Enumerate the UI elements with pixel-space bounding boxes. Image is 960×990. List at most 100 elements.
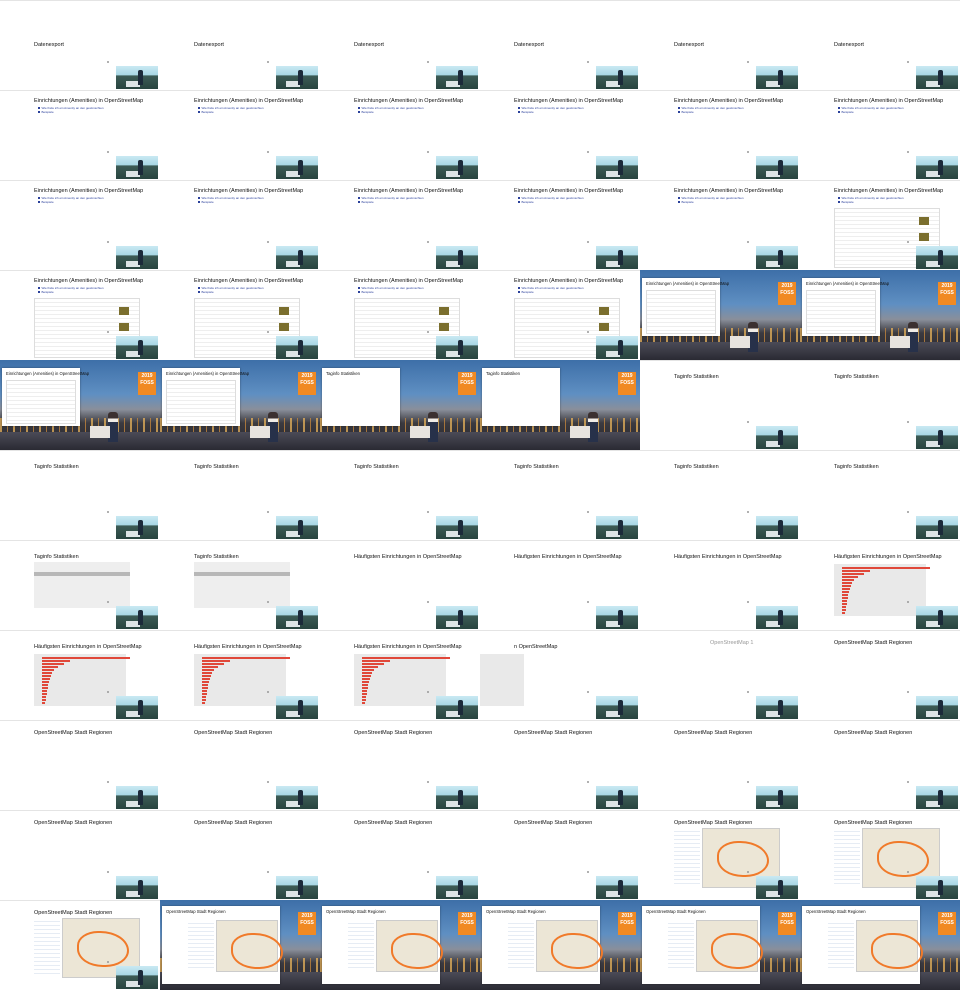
video-frame-thumbnail[interactable]: Häufigsten Einrichtungen in OpenStreetMa… — [800, 540, 960, 630]
video-frame-thumbnail[interactable]: Einrichtungen (Amenities) in OpenStreetM… — [800, 90, 960, 180]
video-frame-thumbnail[interactable]: Taginfo Statistiken — [640, 360, 800, 450]
video-frame-thumbnail[interactable]: OpenStreetMap Stadt Regionen — [320, 810, 480, 900]
video-frame-thumbnail[interactable]: Einrichtungen (Amenities) in OpenStreetM… — [480, 180, 640, 270]
video-frame-thumbnail[interactable]: OpenStreetMap 1 — [640, 630, 800, 720]
video-frame-thumbnail[interactable]: Einrichtungen (Amenities) in OpenStreetM… — [160, 270, 320, 360]
video-frame-thumbnail[interactable]: OpenStreetMap Stadt Regionen — [0, 810, 160, 900]
chart-bar — [842, 600, 847, 602]
video-frame-thumbnail[interactable]: Häufigsten Einrichtungen in OpenStreetMa… — [0, 630, 160, 720]
video-frame-thumbnail[interactable]: 2019 FOSS Einrichtungen (Amenities) in Op… — [800, 270, 960, 360]
slide-title: Einrichtungen (Amenities) in OpenStreetM… — [34, 98, 144, 104]
video-frame-thumbnail[interactable]: 2019 FOSS Einrichtungen (Amenities) in Op… — [640, 270, 800, 360]
video-frame-thumbnail[interactable]: Häufigsten Einrichtungen in OpenStreetMa… — [320, 540, 480, 630]
speaker-camera-inset — [756, 246, 798, 269]
video-frame-thumbnail[interactable]: Datenexport — [640, 0, 800, 90]
foss-badge: 2019 FOSS — [778, 912, 796, 935]
video-frame-thumbnail[interactable]: OpenStreetMap Stadt Regionen — [160, 720, 320, 810]
video-frame-thumbnail[interactable]: OpenStreetMap Stadt Regionen — [0, 900, 160, 990]
video-frame-thumbnail[interactable]: 2019 FOSS OpenStreetMap Stadt Regionen — [160, 900, 320, 990]
video-frame-thumbnail[interactable]: Einrichtungen (Amenities) in OpenStreetM… — [480, 270, 640, 360]
video-frame-thumbnail[interactable]: OpenStreetMap Stadt Regionen — [480, 810, 640, 900]
video-frame-thumbnail[interactable]: Taginfo Statistiken — [0, 540, 160, 630]
speaker-camera-inset — [276, 246, 318, 269]
chart-bar — [362, 675, 371, 677]
video-frame-thumbnail[interactable]: Einrichtungen (Amenities) in OpenStreetM… — [640, 90, 800, 180]
example-photo — [119, 307, 129, 315]
slide-title: Einrichtungen (Amenities) in OpenStreetM… — [194, 98, 304, 104]
chart-bar — [202, 681, 209, 683]
slide-title: Einrichtungen (Amenities) in OpenStreetM… — [674, 188, 784, 194]
slide-marker — [107, 781, 109, 783]
video-frame-thumbnail[interactable]: 2019 FOSS Taginfo Statistiken — [480, 360, 640, 450]
video-frame-thumbnail[interactable]: Taginfo Statistiken — [640, 450, 800, 540]
chart-bar — [362, 666, 378, 668]
video-frame-thumbnail[interactable]: Einrichtungen (Amenities) in OpenStreetM… — [0, 90, 160, 180]
frame-divider — [800, 0, 960, 1]
slide-marker — [107, 331, 109, 333]
video-frame-thumbnail[interactable]: Häufigsten Einrichtungen in OpenStreetMa… — [320, 630, 480, 720]
video-frame-thumbnail[interactable]: OpenStreetMap Stadt Regionen — [320, 720, 480, 810]
video-frame-thumbnail[interactable]: Datenexport — [800, 0, 960, 90]
video-frame-thumbnail[interactable]: Einrichtungen (Amenities) in OpenStreetM… — [160, 90, 320, 180]
chart-bar — [362, 669, 374, 671]
video-frame-thumbnail[interactable]: 2019 FOSS OpenStreetMap Stadt Regionen — [800, 900, 960, 990]
slide-marker — [267, 151, 269, 153]
slide-marker — [587, 241, 589, 243]
video-frame-thumbnail[interactable]: n OpenStreetMap — [480, 630, 640, 720]
chart-bar — [202, 690, 207, 692]
projected-slide: Einrichtungen (Amenities) in OpenStreetM… — [2, 368, 89, 426]
video-frame-thumbnail[interactable]: OpenStreetMap Stadt Regionen — [800, 720, 960, 810]
video-frame-thumbnail[interactable]: OpenStreetMap Stadt Regionen — [640, 810, 800, 900]
video-frame-thumbnail[interactable]: OpenStreetMap Stadt Regionen — [800, 630, 960, 720]
chart-bar — [362, 684, 368, 686]
slide-marker — [587, 601, 589, 603]
video-frame-thumbnail[interactable]: Einrichtungen (Amenities) in OpenStreetM… — [320, 270, 480, 360]
video-frame-thumbnail[interactable]: Einrichtungen (Amenities) in OpenStreetM… — [800, 180, 960, 270]
video-frame-thumbnail[interactable]: Taginfo Statistiken — [800, 360, 960, 450]
video-frame-thumbnail[interactable]: Datenexport — [480, 0, 640, 90]
video-frame-thumbnail[interactable]: Einrichtungen (Amenities) in OpenStreetM… — [0, 180, 160, 270]
slide-title: Datenexport — [194, 42, 224, 48]
video-frame-thumbnail[interactable]: Häufigsten Einrichtungen in OpenStreetMa… — [160, 630, 320, 720]
slide-title: Taginfo Statistiken — [34, 464, 79, 470]
speaker-camera-inset — [916, 786, 958, 809]
video-frame-thumbnail[interactable]: 2019 FOSS Einrichtungen (Amenities) in Op… — [0, 360, 160, 450]
bullet-list: Wie finde ich ein Amenity an den gewünsc… — [358, 286, 424, 294]
video-frame-thumbnail[interactable]: Taginfo Statistiken — [0, 450, 160, 540]
foss-badge: 2019 FOSS — [458, 372, 476, 395]
video-frame-thumbnail[interactable]: Einrichtungen (Amenities) in OpenStreetM… — [0, 270, 160, 360]
frame-divider — [0, 0, 160, 1]
video-frame-thumbnail[interactable]: OpenStreetMap Stadt Regionen — [160, 810, 320, 900]
map-sidebar — [828, 920, 854, 970]
video-frame-thumbnail[interactable]: Taginfo Statistiken — [160, 540, 320, 630]
region-boundary — [711, 933, 763, 969]
slide-marker — [107, 61, 109, 63]
video-frame-thumbnail[interactable]: Taginfo Statistiken — [320, 450, 480, 540]
video-frame-thumbnail[interactable]: 2019 FOSS OpenStreetMap Stadt Regionen — [640, 900, 800, 990]
video-frame-thumbnail[interactable]: 2019 FOSS Taginfo Statistiken — [320, 360, 480, 450]
video-frame-thumbnail[interactable]: Einrichtungen (Amenities) in OpenStreetM… — [160, 180, 320, 270]
video-frame-thumbnail[interactable]: 2019 FOSS Einrichtungen (Amenities) in Op… — [160, 360, 320, 450]
video-frame-thumbnail[interactable]: Taginfo Statistiken — [800, 450, 960, 540]
video-frame-thumbnail[interactable]: Einrichtungen (Amenities) in OpenStreetM… — [320, 180, 480, 270]
lectern — [250, 426, 270, 438]
video-frame-thumbnail[interactable]: Datenexport — [160, 0, 320, 90]
video-frame-thumbnail[interactable]: OpenStreetMap Stadt Regionen — [640, 720, 800, 810]
video-frame-thumbnail[interactable]: Datenexport — [0, 0, 160, 90]
video-frame-thumbnail[interactable]: Einrichtungen (Amenities) in OpenStreetM… — [320, 90, 480, 180]
video-frame-thumbnail[interactable]: Häufigsten Einrichtungen in OpenStreetMa… — [640, 540, 800, 630]
video-frame-thumbnail[interactable]: 2019 FOSS OpenStreetMap Stadt Regionen — [320, 900, 480, 990]
video-frame-thumbnail[interactable]: Einrichtungen (Amenities) in OpenStreetM… — [480, 90, 640, 180]
video-frame-thumbnail[interactable]: 2019 FOSS OpenStreetMap Stadt Regionen — [480, 900, 640, 990]
chart-bar — [42, 684, 48, 686]
video-frame-thumbnail[interactable]: Einrichtungen (Amenities) in OpenStreetM… — [640, 180, 800, 270]
video-frame-thumbnail[interactable]: OpenStreetMap Stadt Regionen — [800, 810, 960, 900]
video-frame-thumbnail[interactable]: Taginfo Statistiken — [480, 450, 640, 540]
frame-divider — [160, 810, 320, 811]
video-frame-thumbnail[interactable]: Taginfo Statistiken — [160, 450, 320, 540]
slide-marker — [747, 151, 749, 153]
video-frame-thumbnail[interactable]: OpenStreetMap Stadt Regionen — [480, 720, 640, 810]
video-frame-thumbnail[interactable]: Häufigsten Einrichtungen in OpenStreetMa… — [480, 540, 640, 630]
video-frame-thumbnail[interactable]: OpenStreetMap Stadt Regionen — [0, 720, 160, 810]
video-frame-thumbnail[interactable]: Datenexport — [320, 0, 480, 90]
